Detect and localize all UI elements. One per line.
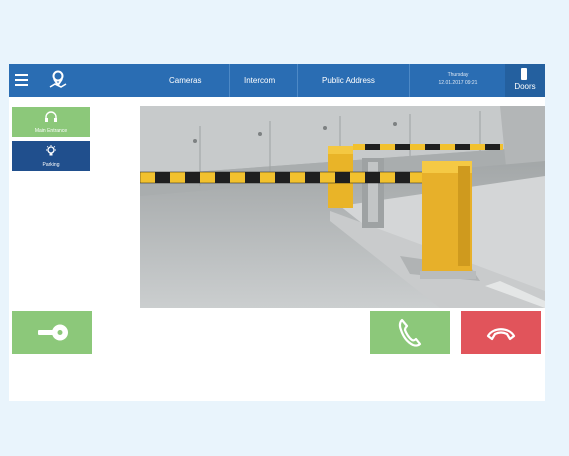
top-bar: Cameras Intercom Public Address Thursday… [9,64,545,97]
phone-hangup-icon [486,328,516,341]
doors-button[interactable]: Doors [505,64,545,97]
phone-answer-icon [398,318,422,347]
sidebar-item-main-entrance[interactable]: Main Entrance [12,107,90,137]
key-unlock-icon [38,324,68,341]
nav-divider [229,64,230,97]
date-time: Thursday 12.01.2017 09:21 [420,71,496,87]
intercom-screen: Cameras Intercom Public Address Thursday… [9,64,545,401]
nav-cameras[interactable]: Cameras [169,64,201,97]
doors-label: Doors [514,82,536,91]
light-bulb-icon [46,145,56,156]
nav-public-address[interactable]: Public Address [322,64,375,97]
camera-feed [140,106,545,308]
nav-divider [409,64,410,97]
hamburger-menu-icon[interactable] [15,74,28,86]
nav-divider [297,64,298,97]
door-icon [521,68,527,80]
answer-call-button[interactable] [370,311,450,354]
headset-icon [45,111,57,122]
timestamp-label: 12.01.2017 09:21 [438,80,478,86]
day-label: Thursday [447,72,469,78]
sidebar-item-parking[interactable]: Parking [12,141,90,171]
unlock-button[interactable] [12,311,92,354]
map-pin-icon[interactable] [47,69,69,91]
nav-intercom[interactable]: Intercom [244,64,275,97]
hang-up-button[interactable] [461,311,541,354]
sidebar-item-label: Main Entrance [34,128,68,134]
sidebar-item-label: Parking [42,162,60,168]
